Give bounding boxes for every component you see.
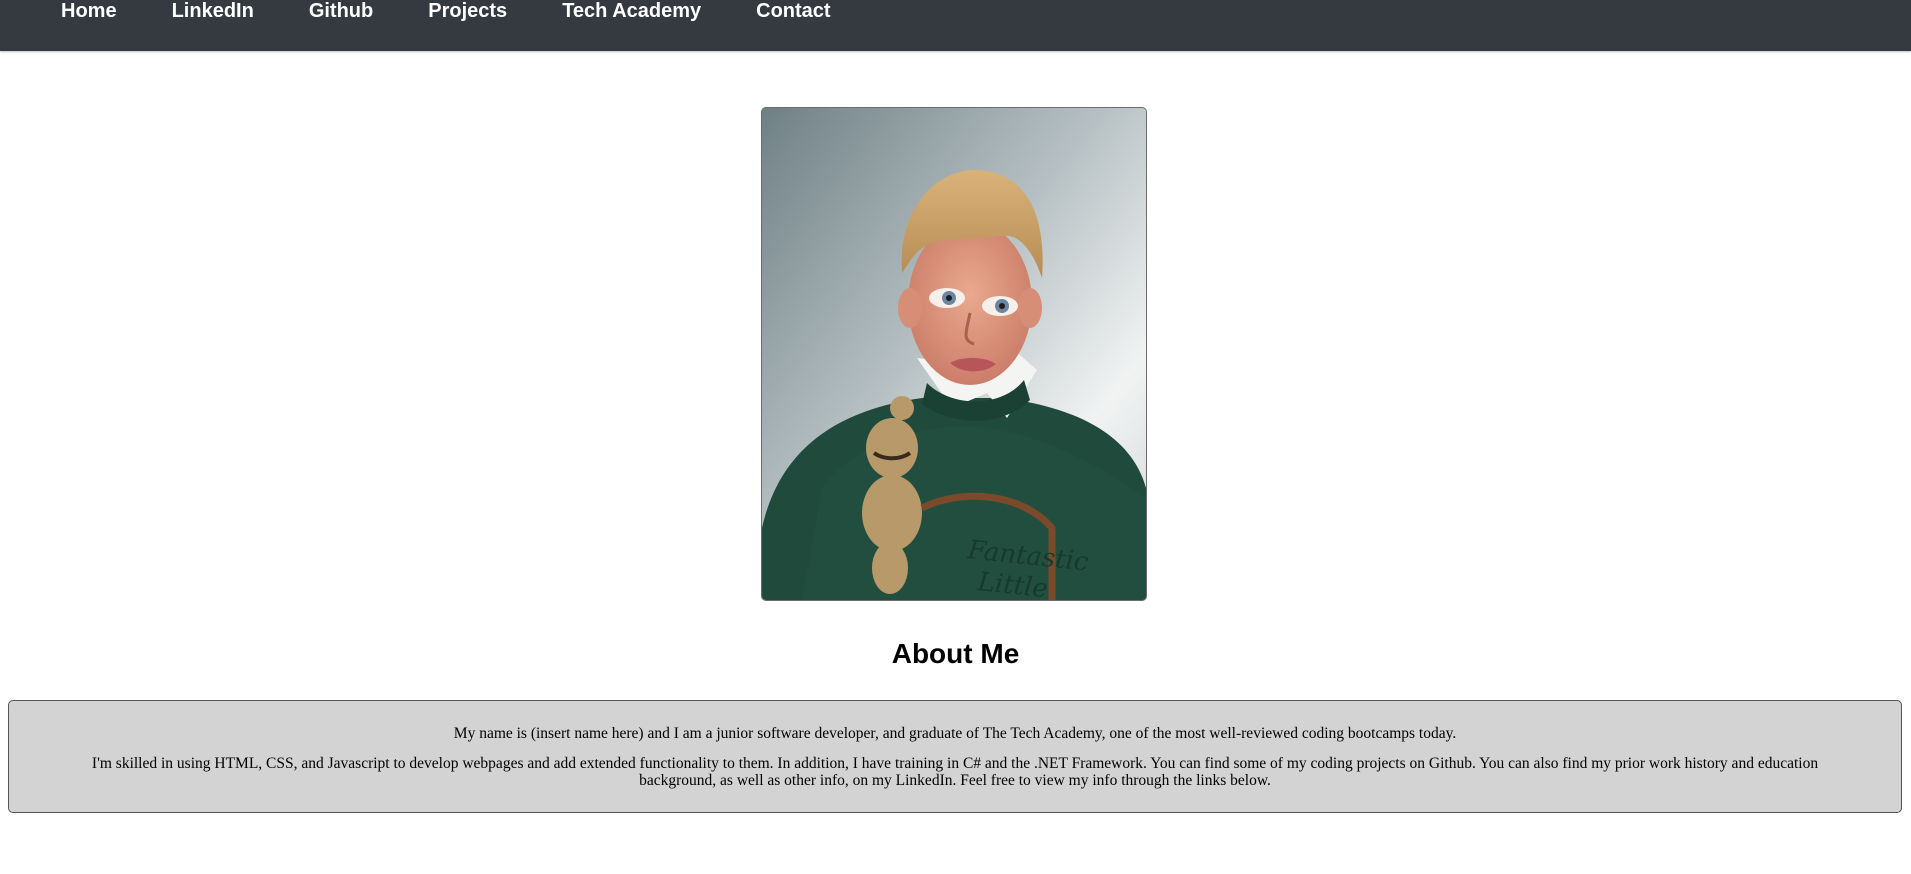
top-navbar: Home LinkedIn Github Projects Tech Acade… xyxy=(0,0,1911,51)
about-heading: About Me xyxy=(891,638,1020,669)
nav-link-contact[interactable]: Contact xyxy=(731,0,855,22)
about-paragraph-1: My name is (insert name here) and I am a… xyxy=(453,725,1457,742)
portrait-illustration: Fantastic Little xyxy=(762,108,1146,600)
nav-link-tech-academy[interactable]: Tech Academy xyxy=(537,0,726,22)
nav-link-home[interactable]: Home xyxy=(36,0,142,22)
nav-link-linkedin[interactable]: LinkedIn xyxy=(147,0,279,22)
profile-photo: Fantastic Little xyxy=(761,107,1147,601)
nav-link-projects[interactable]: Projects xyxy=(403,0,532,22)
about-box: My name is (insert name here) and I am a… xyxy=(8,700,1902,813)
nav-list: Home LinkedIn Github Projects Tech Acade… xyxy=(0,0,1911,51)
about-paragraph-2: I'm skilled in using HTML, CSS, and Java… xyxy=(91,755,1819,789)
nav-link-github[interactable]: Github xyxy=(284,0,398,22)
